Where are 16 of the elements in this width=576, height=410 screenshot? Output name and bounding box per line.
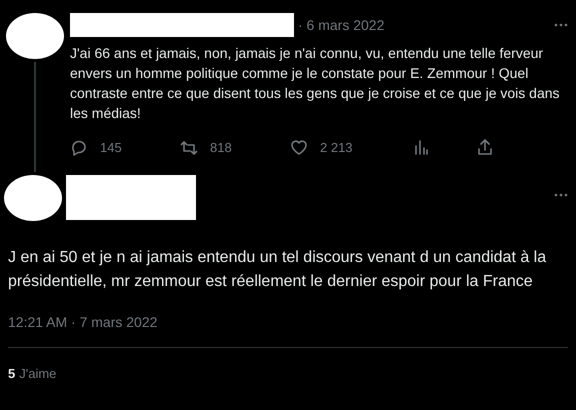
reply-count: 145 (100, 140, 122, 154)
like-count[interactable]: 5 (8, 366, 16, 381)
more-icon[interactable] (554, 193, 568, 197)
like-label[interactable]: J'aime (19, 366, 56, 381)
heart-icon[interactable] (290, 138, 308, 156)
bar-chart-icon[interactable] (412, 138, 430, 156)
like-count: 2 213 (320, 140, 353, 154)
share-icon[interactable] (476, 138, 494, 156)
tweet-date[interactable]: · 6 mars 2022 (298, 17, 384, 33)
retweet-count: 818 (210, 140, 232, 154)
more-icon[interactable] (554, 23, 568, 27)
tweet-timestamp[interactable]: 12:21 AM · 7 mars 2022 (4, 314, 568, 330)
tweet-text: J en ai 50 et je n ai jamais entendu un tel discours venant d un candidat à la présidentielle, mr zemmour est réellement le dernier espoir pour la France (7, 248, 548, 292)
tweet-text: J'ai 66 ans et jamais, non, jamais je n'ai connu, vu, entendu une telle ferveur envers un homme politique comme je le constate pour E. Zemmour ! Quel contraste entre ce que disent tous les gens que je croise et ce que je vois dans les médias! (70, 44, 561, 123)
retweet-icon[interactable] (180, 138, 198, 156)
reply-icon[interactable] (70, 138, 88, 156)
